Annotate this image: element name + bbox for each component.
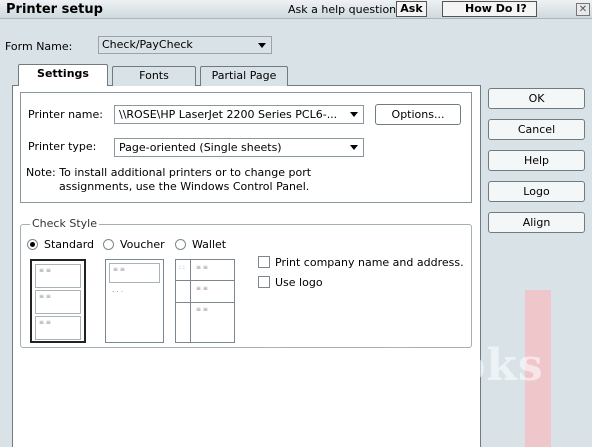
- how-do-i-button[interactable]: How Do I?: [442, 1, 537, 17]
- cancel-button[interactable]: Cancel: [488, 119, 585, 140]
- radio-wallet[interactable]: [175, 239, 186, 250]
- chevron-down-icon[interactable]: [255, 39, 269, 51]
- help-prompt: Ask a help question: [288, 3, 397, 16]
- form-name-select[interactable]: Check/PayCheck: [98, 36, 272, 54]
- standard-label[interactable]: Standard: [44, 238, 94, 251]
- radio-standard[interactable]: [27, 239, 38, 250]
- chevron-down-icon[interactable]: [347, 108, 361, 120]
- use-logo-label[interactable]: Use logo: [275, 276, 323, 289]
- close-icon[interactable]: ✕: [576, 3, 590, 16]
- print-company-label[interactable]: Print company name and address.: [275, 256, 464, 269]
- wallet-check-preview-icon: : : ≡ ≡ ≡ ≡ ≡ ≡: [175, 259, 235, 343]
- ask-button[interactable]: Ask: [396, 1, 427, 17]
- logo-button[interactable]: Logo: [488, 181, 585, 202]
- align-button[interactable]: Align: [488, 212, 585, 233]
- note-line-1: Note: To install additional printers or …: [26, 166, 312, 179]
- form-name-label: Form Name:: [5, 40, 73, 53]
- help-button[interactable]: Help: [488, 150, 585, 171]
- check-style-label: Check Style: [30, 217, 99, 230]
- voucher-check-preview-icon: ≡ ≡ · · ·: [105, 259, 164, 343]
- wallet-label[interactable]: Wallet: [192, 238, 226, 251]
- window-title: Printer setup: [6, 2, 103, 17]
- tab-settings[interactable]: Settings: [18, 64, 108, 86]
- printer-name-label: Printer name:: [28, 108, 103, 121]
- note-line-2: assignments, use the Windows Control Pan…: [59, 180, 310, 193]
- options-button[interactable]: Options...: [375, 104, 461, 125]
- chevron-down-icon[interactable]: [347, 141, 361, 153]
- ok-button[interactable]: OK: [488, 88, 585, 109]
- tab-fonts[interactable]: Fonts: [112, 66, 196, 86]
- form-name-value: Check/PayCheck: [102, 38, 193, 51]
- printer-name-value: \\ROSE\HP LaserJet 2200 Series PCL6-...: [119, 108, 338, 121]
- printer-name-select[interactable]: \\ROSE\HP LaserJet 2200 Series PCL6-...: [114, 105, 364, 124]
- use-logo-checkbox[interactable]: [258, 276, 270, 288]
- printer-type-select[interactable]: Page-oriented (Single sheets): [114, 138, 364, 157]
- standard-check-preview-icon: ≡ ≡ ≡ ≡ ≡ ≡: [30, 259, 86, 343]
- print-company-checkbox[interactable]: [258, 256, 270, 268]
- printer-type-label: Printer type:: [28, 140, 97, 153]
- printer-type-value: Page-oriented (Single sheets): [119, 141, 282, 154]
- radio-voucher[interactable]: [103, 239, 114, 250]
- tab-partial-page[interactable]: Partial Page: [200, 66, 288, 86]
- watermark-text: DropBooks: [262, 340, 544, 391]
- voucher-label[interactable]: Voucher: [120, 238, 165, 251]
